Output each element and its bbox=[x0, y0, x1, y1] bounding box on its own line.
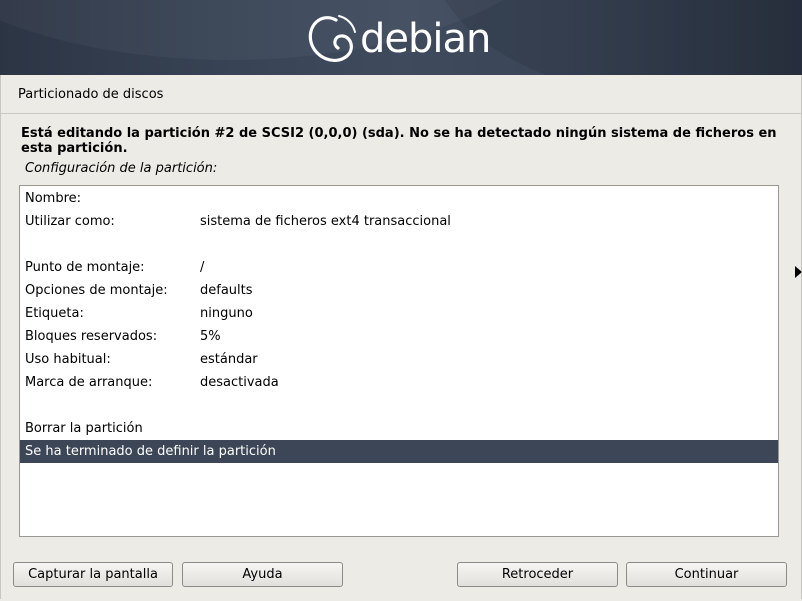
list-item-mount-point[interactable]: Punto de montaje: / bbox=[20, 256, 778, 279]
debian-logo-text: debian bbox=[360, 16, 491, 62]
setting-value: / bbox=[200, 260, 205, 275]
list-item-typical-usage[interactable]: Uso habitual: estándar bbox=[20, 348, 778, 371]
debian-banner: debian bbox=[0, 0, 802, 75]
setting-label: Uso habitual: bbox=[25, 352, 111, 367]
setting-value: desactivada bbox=[200, 375, 279, 390]
setting-label: Nombre: bbox=[25, 191, 82, 206]
setting-label: Opciones de montaje: bbox=[25, 283, 168, 298]
back-button[interactable]: Retroceder bbox=[457, 562, 618, 587]
list-item-delete-partition[interactable]: Borrar la partición bbox=[20, 417, 778, 440]
continue-button[interactable]: Continuar bbox=[626, 562, 787, 587]
setting-label: Marca de arranque: bbox=[25, 375, 153, 390]
setting-label: Etiqueta: bbox=[25, 306, 84, 321]
setting-label: Se ha terminado de definir la partición bbox=[25, 444, 276, 459]
setting-value: defaults bbox=[200, 283, 253, 298]
help-button[interactable]: Ayuda bbox=[182, 562, 343, 587]
title-divider bbox=[0, 113, 802, 114]
list-item-bootable-flag[interactable]: Marca de arranque: desactivada bbox=[20, 371, 778, 394]
setting-label: Punto de montaje: bbox=[25, 260, 145, 275]
setting-value: 5% bbox=[200, 329, 221, 344]
list-item-name[interactable]: Nombre: bbox=[20, 187, 778, 210]
partition-settings-subtitle: Configuración de la partición: bbox=[25, 161, 218, 176]
setting-label: Borrar la partición bbox=[25, 421, 143, 436]
list-item-label[interactable]: Etiqueta: ninguno bbox=[20, 302, 778, 325]
setting-value: estándar bbox=[200, 352, 258, 367]
list-item-done-setting-up[interactable]: Se ha terminado de definir la partición bbox=[20, 440, 778, 463]
setting-label: Utilizar como: bbox=[25, 214, 115, 229]
list-item-mount-options[interactable]: Opciones de montaje: defaults bbox=[20, 279, 778, 302]
list-item-reserved-blocks[interactable]: Bloques reservados: 5% bbox=[20, 325, 778, 348]
setting-value: ninguno bbox=[200, 306, 253, 321]
partition-description: Está editando la partición #2 de SCSI2 (… bbox=[21, 126, 777, 156]
screenshot-button[interactable]: Capturar la pantalla bbox=[13, 562, 173, 587]
setting-value: sistema de ficheros ext4 transaccional bbox=[200, 214, 451, 229]
partition-settings-list[interactable]: Nombre: Utilizar como: sistema de ficher… bbox=[19, 185, 779, 537]
list-item-use-as[interactable]: Utilizar como: sistema de ficheros ext4 … bbox=[20, 210, 778, 233]
mouse-pointer-icon bbox=[795, 266, 802, 278]
page-title: Particionado de discos bbox=[18, 87, 164, 102]
setting-label: Bloques reservados: bbox=[25, 329, 158, 344]
